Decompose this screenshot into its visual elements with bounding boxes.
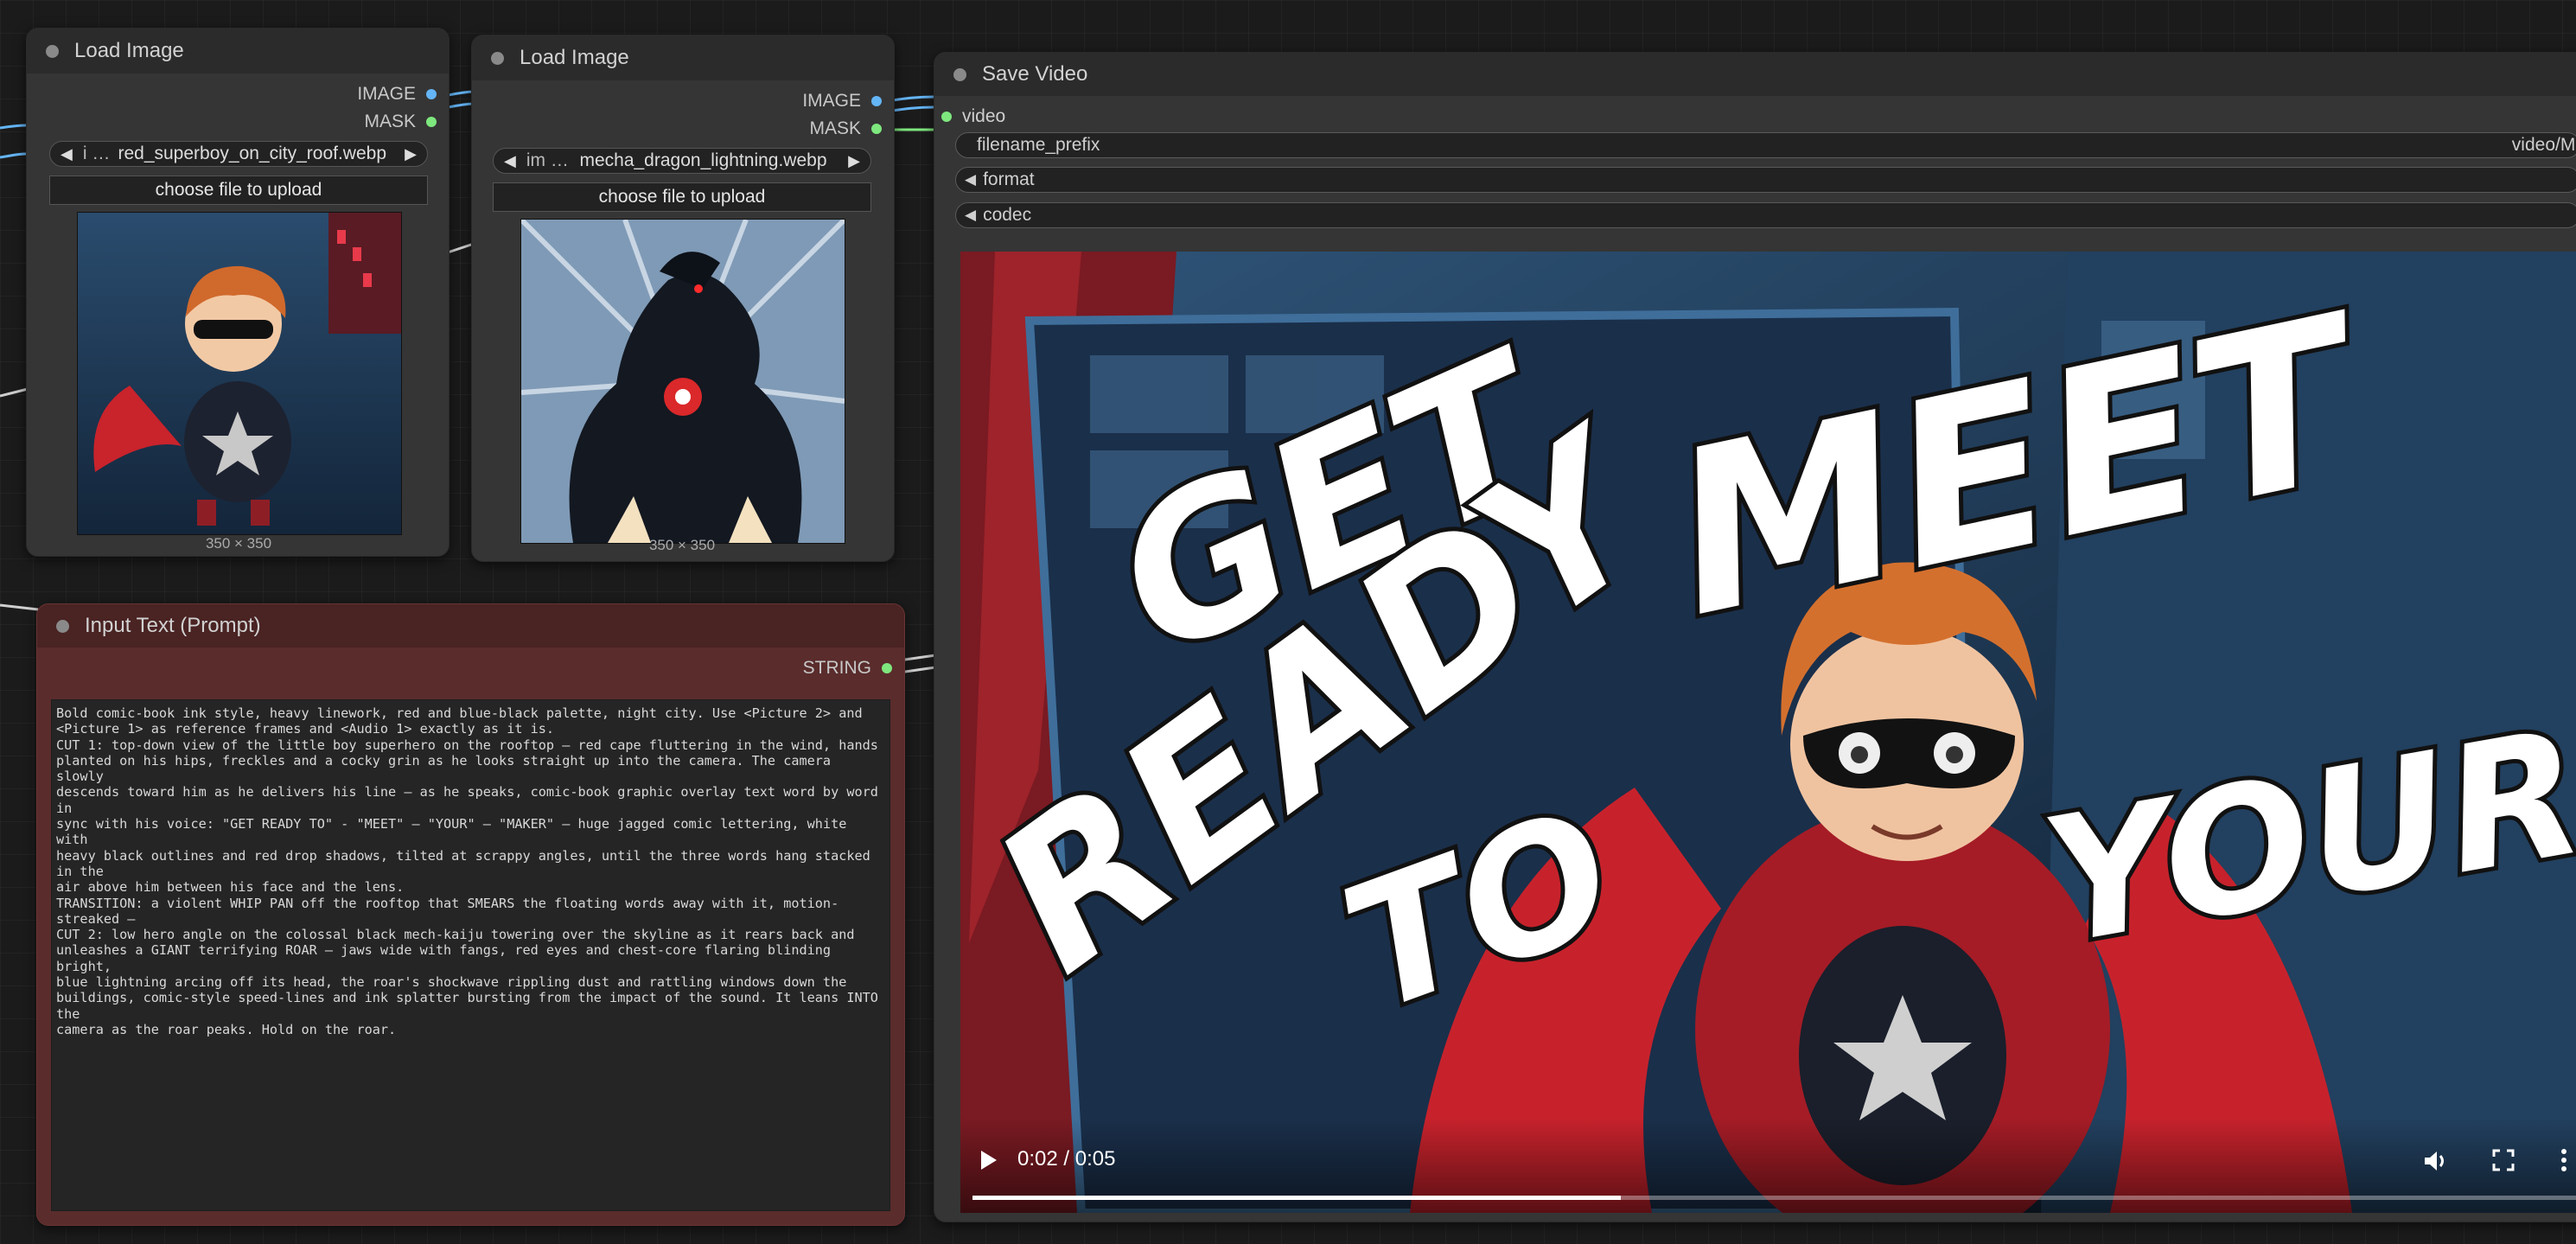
string-output-socket[interactable]: [882, 663, 892, 673]
widget-value: video/Mi: [2511, 135, 2576, 155]
arrow-left-icon[interactable]: ◀: [50, 145, 83, 163]
collapse-dot-icon[interactable]: [953, 67, 966, 81]
upload-button[interactable]: choose file to upload: [49, 175, 428, 205]
video-input[interactable]: video: [941, 106, 1005, 127]
image-filename: mecha_dragon_lightning.webp: [579, 150, 827, 170]
input-text-prompt-node[interactable]: Input Text (Prompt) STRING Bold comic-bo…: [36, 603, 905, 1226]
node-title-bar[interactable]: Load Image: [27, 29, 449, 73]
arrow-left-icon[interactable]: ◀: [965, 171, 976, 188]
video-controls: 0:02 / 0:05: [960, 1118, 2576, 1213]
more-options-icon[interactable]: [2560, 1147, 2568, 1177]
superboy-preview-art: [78, 213, 401, 534]
node-title: Load Image: [520, 46, 629, 69]
arrow-left-icon[interactable]: ◀: [965, 207, 976, 224]
arrow-right-icon[interactable]: ▶: [394, 145, 427, 163]
video-progress-fill: [972, 1196, 1622, 1200]
widget-label: codec: [983, 205, 1032, 225]
node-title-bar[interactable]: Input Text (Prompt): [37, 604, 904, 648]
image-output-socket[interactable]: [871, 96, 882, 106]
node-title-bar[interactable]: Load Image: [472, 35, 894, 80]
output-label: IMAGE: [802, 91, 861, 111]
image-output[interactable]: IMAGE: [357, 84, 437, 105]
video-frame: GET READY TO MEET YOUR: [960, 252, 2576, 1213]
node-title: Save Video: [982, 62, 1088, 86]
widget-label: filename_prefix: [977, 135, 1100, 155]
load-image-node-2[interactable]: Load Image IMAGE MASK ◀ im … mecha_drago…: [471, 35, 895, 562]
fullscreen-icon[interactable]: [2490, 1147, 2516, 1177]
output-label: MASK: [364, 112, 416, 131]
output-label: STRING: [802, 658, 871, 678]
video-time: 0:02 / 0:05: [1017, 1147, 1116, 1171]
video-progress-track[interactable]: [972, 1196, 2576, 1200]
image-dimensions: 350 × 350: [205, 535, 272, 552]
mask-output-socket[interactable]: [871, 124, 882, 134]
save-video-node[interactable]: Save Video video filename_prefix video/M…: [934, 52, 2576, 1222]
output-label: IMAGE: [357, 84, 416, 104]
filename-prefix-field[interactable]: filename_prefix video/Mi: [955, 132, 2576, 158]
video-input-socket[interactable]: [941, 112, 952, 122]
arrow-left-icon[interactable]: ◀: [494, 152, 526, 170]
load-image-node-1[interactable]: Load Image IMAGE MASK ◀ i … red_superboy…: [26, 28, 450, 557]
image-select[interactable]: ◀ i … red_superboy_on_city_roof.webp ▶: [49, 141, 428, 167]
string-output[interactable]: STRING: [803, 658, 892, 679]
image-output-socket[interactable]: [426, 89, 437, 99]
play-icon[interactable]: [972, 1145, 1002, 1179]
format-select[interactable]: ◀ format: [955, 167, 2576, 193]
prompt-textarea[interactable]: Bold comic-book ink style, heavy linewor…: [51, 699, 890, 1211]
collapse-dot-icon[interactable]: [491, 51, 504, 65]
arrow-right-icon[interactable]: ▶: [838, 152, 870, 170]
node-title: Input Text (Prompt): [85, 614, 261, 637]
volume-icon[interactable]: [2421, 1147, 2449, 1179]
collapse-dot-icon[interactable]: [56, 619, 69, 633]
collapse-dot-icon[interactable]: [46, 44, 59, 58]
video-player[interactable]: GET READY TO MEET YOUR 0:02 / 0:05: [960, 252, 2576, 1213]
mask-output[interactable]: MASK: [809, 118, 882, 139]
image-filename: red_superboy_on_city_roof.webp: [118, 144, 387, 163]
image-select[interactable]: ◀ im … mecha_dragon_lightning.webp ▶: [493, 148, 871, 174]
codec-select[interactable]: ◀ codec: [955, 202, 2576, 228]
image-dimensions: 350 × 350: [648, 537, 716, 553]
combo-prefix: i …: [82, 144, 111, 163]
widget-label: format: [983, 169, 1035, 189]
mask-output[interactable]: MASK: [364, 112, 437, 132]
upload-button[interactable]: choose file to upload: [493, 182, 871, 212]
input-label: video: [962, 106, 1006, 126]
node-title: Load Image: [74, 39, 184, 62]
image-preview: [77, 212, 402, 535]
output-label: MASK: [809, 118, 861, 138]
image-preview: [520, 219, 845, 544]
image-output[interactable]: IMAGE: [802, 91, 882, 112]
node-title-bar[interactable]: Save Video: [934, 53, 2576, 96]
combo-prefix: im …: [526, 150, 569, 170]
mecha-dragon-preview-art: [521, 220, 845, 543]
mask-output-socket[interactable]: [426, 117, 437, 127]
